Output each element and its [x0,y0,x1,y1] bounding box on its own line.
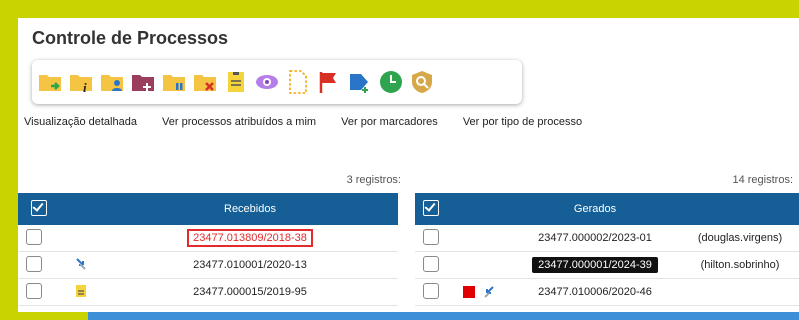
process-link[interactable]: 23477.000002/2023-01 [538,232,652,244]
main-panel: Controle de Processos i Visualização det… [18,18,799,320]
row-checkbox[interactable] [423,228,439,245]
sync-arrows-icon [484,286,494,298]
row-checkbox[interactable] [26,282,42,299]
bottom-blue-bar [88,312,799,320]
type-view-link[interactable]: Ver por tipo de processo [463,116,582,128]
clock-icon [379,71,402,93]
table-row: 23477.010001/2020-13 [18,251,398,279]
process-link[interactable]: 23477.013809/2018-38 [193,232,307,244]
generated-count: 14 registros: [732,174,793,186]
received-header: Recebidos [102,193,398,225]
document-button[interactable] [284,67,311,97]
folder-plus-icon [131,75,154,91]
folder-info-icon: i [69,75,92,95]
generated-header: Gerados [509,193,681,225]
annotation-button[interactable] [222,67,249,97]
dashed-document-icon [288,70,307,94]
red-marker-icon [463,286,475,298]
table-header-row: Recebidos [18,193,398,225]
note-icon [76,284,86,297]
process-link[interactable]: 23477.010001/2020-13 [193,259,307,271]
page-title: Controle de Processos [32,28,229,48]
folder-close-icon [193,75,216,91]
folder-user-icon [100,75,123,91]
table-row: 23477.000015/2019-95 [18,278,398,306]
new-process-button[interactable] [36,67,63,97]
process-info-button[interactable]: i [67,67,94,97]
received-count: 3 registros: [346,174,401,186]
table-row: 23477.000001/2024-39 (hilton.sobrinho) [415,251,799,279]
row-checkbox[interactable] [423,282,439,299]
icon-column-header [60,193,102,225]
select-all-cell[interactable] [18,193,60,225]
toolbar: i [32,60,522,104]
assign-process-button[interactable] [98,67,125,97]
sync-arrows-icon [76,257,86,270]
detailed-view-link[interactable]: Visualização detalhada [24,116,137,128]
row-checkbox[interactable] [423,255,439,272]
flag-icon [319,72,336,93]
process-link[interactable]: 23477.000015/2019-95 [193,286,307,298]
process-link[interactable]: 23477.000001/2024-39 [532,257,658,273]
assigned-view-link[interactable]: Ver processos atribuídos a mim [162,116,316,128]
select-all-checkbox[interactable] [423,199,439,216]
add-marker-button[interactable] [346,67,373,97]
user-link[interactable]: (douglas.virgens) [698,232,782,244]
row-checkbox[interactable] [26,228,42,245]
highlight-box: 23477.013809/2018-38 [187,229,313,247]
select-all-cell[interactable] [415,193,447,225]
user-link[interactable]: (hilton.sobrinho) [701,259,780,271]
close-process-button[interactable] [191,67,218,97]
note-icon [227,72,244,92]
tag-plus-icon [349,74,368,93]
folder-arrow-icon [38,75,61,91]
table-header-row: Gerados [415,193,799,225]
process-link[interactable]: 23477.010006/2020-46 [538,286,652,298]
add-folder-button[interactable] [129,67,156,97]
flag-button[interactable] [315,67,342,97]
left-accent-bar [0,0,18,320]
pause-process-button[interactable] [160,67,187,97]
search-button[interactable] [408,67,435,97]
folder-pause-icon [162,75,185,91]
view-links: Visualização detalhada Ver processos atr… [24,116,604,128]
markers-view-link[interactable]: Ver por marcadores [341,116,438,128]
shield-search-icon [411,71,432,93]
deadline-button[interactable] [377,67,404,97]
icon-column-header [447,193,509,225]
view-button[interactable] [253,67,280,97]
svg-text:i: i [83,80,87,95]
table-row: 23477.010006/2020-46 [415,278,799,306]
eye-icon [255,75,278,89]
table-row: 23477.000002/2023-01 (douglas.virgens) [415,225,799,252]
select-all-checkbox[interactable] [31,199,47,216]
table-row: 23477.013809/2018-38 [18,225,398,252]
row-checkbox[interactable] [26,255,42,272]
received-table: Recebidos 23477.013809/2018-38 23477.010… [18,193,398,306]
user-column-header [681,193,799,225]
generated-table: Gerados 23477.000002/2023-01 (douglas.vi… [415,193,799,306]
